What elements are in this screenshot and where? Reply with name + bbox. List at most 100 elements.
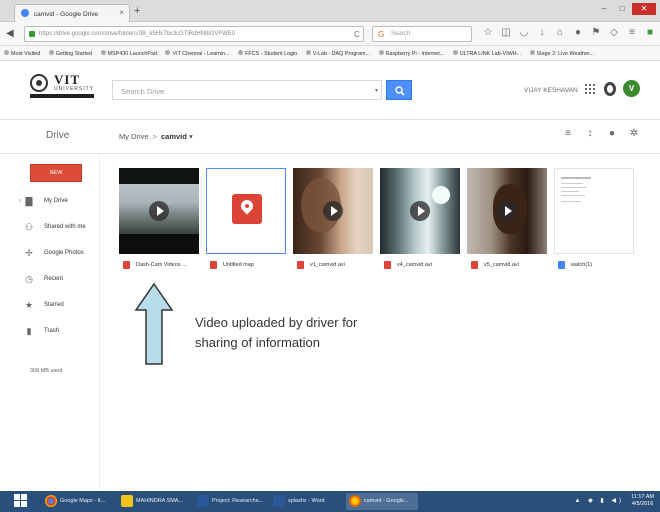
drive-header: VIT UNIVERSITY Search Drive ▾ VIJAY KESH… (0, 62, 660, 120)
file-tile[interactable]: Untitled map (206, 168, 286, 276)
close-tab-icon[interactable]: × (119, 8, 124, 17)
address-text: https://drive.google.com/drive/folders/0… (39, 31, 236, 37)
browser-search-input[interactable]: G Search (372, 26, 472, 42)
file-tile[interactable]: v1_camvid.avi (293, 168, 373, 276)
expand-arrow-icon[interactable]: › (19, 198, 21, 204)
bookmark-item[interactable]: Raspberry Pi - Internet... (378, 50, 444, 57)
window-controls: – □ ✕ (596, 3, 656, 17)
file-tile[interactable]: watch(1) (554, 168, 634, 276)
toolbar-icons: ☆ ◫ ◡ ↓ ⌂ ● ⚑ ◇ ≡ ■ (482, 27, 656, 39)
download-icon[interactable]: ↓ (536, 27, 548, 39)
flag-icon[interactable]: ⚑ (590, 27, 602, 39)
user-name: VIJAY KESHAVAN (524, 87, 578, 94)
sidebar-item-starred[interactable]: ★ Starred (24, 298, 64, 312)
addon-icon[interactable]: ● (572, 27, 584, 39)
bookmark-icon (452, 50, 458, 55)
search-icon (395, 86, 405, 96)
breadcrumb-root[interactable]: My Drive (119, 132, 149, 141)
bookmark-item[interactable]: Getting Started (48, 50, 92, 57)
home-icon[interactable]: ⌂ (554, 27, 566, 39)
clock-icon: ◷ (25, 274, 33, 284)
system-tray-icons[interactable]: ▲ ◆ ▮ ◀) (575, 497, 624, 504)
reading-list-icon[interactable]: ◫ (500, 27, 512, 39)
notifications-icon[interactable] (604, 82, 616, 96)
taskbar-item[interactable]: MAHINDRA SMA... (118, 493, 190, 510)
taskbar-item[interactable]: camvid - Google... (346, 493, 418, 510)
file-tile[interactable]: Dash-Cam Videos ... (119, 168, 199, 276)
taskbar-item[interactable]: Google Maps - It... (42, 493, 114, 510)
video-thumbnail (467, 168, 547, 254)
sidebar-item-recent[interactable]: ◷ Recent (24, 272, 63, 286)
file-label: Untitled map (206, 258, 286, 272)
avatar[interactable]: V (623, 80, 640, 97)
bookmark-item[interactable]: VIT Chennai - Learnin... (165, 50, 230, 57)
star-bookmark-icon[interactable]: ☆ (482, 27, 494, 39)
file-label: v1_camvid.avi (293, 258, 373, 272)
settings-gear-icon[interactable]: ✲ (628, 128, 640, 139)
sidebar-item-shared[interactable]: ⚇ Shared with me (24, 220, 86, 234)
trash-icon: ▮ (26, 326, 32, 336)
chrome-icon (45, 495, 57, 507)
taskbar-item[interactable]: Project: Researche... (194, 493, 266, 510)
menu-icon[interactable]: ≡ (626, 27, 638, 39)
bookmark-icon (100, 50, 106, 55)
close-window-button[interactable]: ✕ (632, 3, 656, 15)
bookmark-icon (48, 50, 54, 55)
address-bar[interactable]: https://drive.google.com/drive/folders/0… (24, 26, 364, 42)
search-button[interactable] (386, 80, 412, 100)
sidebar-item-photos[interactable]: ✢ Google Photos (24, 246, 83, 260)
bookmark-item[interactable]: FFCS - Student Login (238, 50, 297, 57)
taskbar-clock[interactable]: 11:17 AM 4/5/2016 (631, 494, 654, 508)
start-button[interactable] (14, 494, 28, 508)
browser-titlebar: camvid - Google Drive × + – □ ✕ (0, 0, 660, 22)
drive-title[interactable]: Drive (46, 130, 69, 141)
new-tab-button[interactable]: + (134, 5, 140, 17)
bookmarks-bar: Most Visited Getting Started MSP430 Laun… (0, 46, 660, 61)
firefox-icon (349, 495, 361, 507)
bookmark-item[interactable]: Stage 2: Live Weather... (529, 50, 594, 57)
drive-subheader: Drive My Drive > camvid ▾ ≡ ↕ ● ✲ (0, 120, 660, 154)
file-tile[interactable]: v4_camvid.avi (380, 168, 460, 276)
document-thumbnail (554, 168, 634, 254)
bookmark-item[interactable]: MSP430 LaunchPad (100, 50, 157, 57)
word-icon (273, 495, 285, 507)
breadcrumb-current[interactable]: camvid (161, 132, 187, 141)
apps-grid-icon[interactable] (585, 84, 595, 94)
drive-search-input[interactable]: Search Drive (112, 80, 382, 100)
sidebar-item-trash[interactable]: ▮ Trash (24, 324, 60, 338)
navigation-toolbar: ◀ https://drive.google.com/drive/folders… (0, 22, 660, 46)
new-button[interactable]: NEW (30, 164, 82, 182)
play-icon[interactable] (149, 201, 169, 221)
play-icon[interactable] (323, 201, 343, 221)
browser-tab[interactable]: camvid - Google Drive × (14, 4, 130, 22)
pocket-icon[interactable]: ◡ (518, 27, 530, 39)
extension-icon[interactable]: ◇ (608, 27, 620, 39)
back-icon[interactable]: ◀ (6, 28, 14, 39)
sort-icon[interactable]: ↕ (584, 128, 596, 139)
play-icon[interactable] (497, 201, 517, 221)
bookmark-icon (165, 50, 171, 55)
play-icon[interactable] (410, 201, 430, 221)
maximize-button[interactable]: □ (614, 3, 630, 15)
pinwheel-icon: ✢ (25, 248, 33, 258)
bookmark-item[interactable]: Most Visited (4, 50, 40, 57)
sidebar-item-my-drive[interactable]: ▇ My Drive (24, 194, 68, 208)
green-addon-icon[interactable]: ■ (644, 27, 656, 39)
minimize-button[interactable]: – (596, 3, 612, 15)
bookmark-item[interactable]: ULTRA LINK Lab-VIWH... (452, 50, 521, 57)
list-view-icon[interactable]: ≡ (562, 128, 574, 139)
info-icon[interactable]: ● (606, 128, 618, 139)
search-options-dropdown[interactable]: ▾ (375, 87, 378, 94)
storage-usage: 308 MB used (30, 368, 63, 374)
taskbar-item[interactable]: splashx - Word (270, 493, 342, 510)
university-seal-icon (30, 74, 48, 92)
annotation-text: Video uploaded by driver for sharing of … (195, 315, 358, 350)
vit-logo[interactable]: VIT UNIVERSITY (30, 72, 100, 98)
drive-favicon-icon (21, 9, 29, 17)
folder-menu-caret-icon[interactable]: ▾ (189, 132, 193, 141)
file-tile[interactable]: v5_camvid.avi (467, 168, 547, 276)
bookmark-icon (529, 50, 535, 55)
star-icon: ★ (24, 300, 34, 310)
bookmark-item[interactable]: V-Lab - DAQ Program... (305, 50, 370, 57)
reload-icon[interactable]: C (354, 30, 360, 39)
